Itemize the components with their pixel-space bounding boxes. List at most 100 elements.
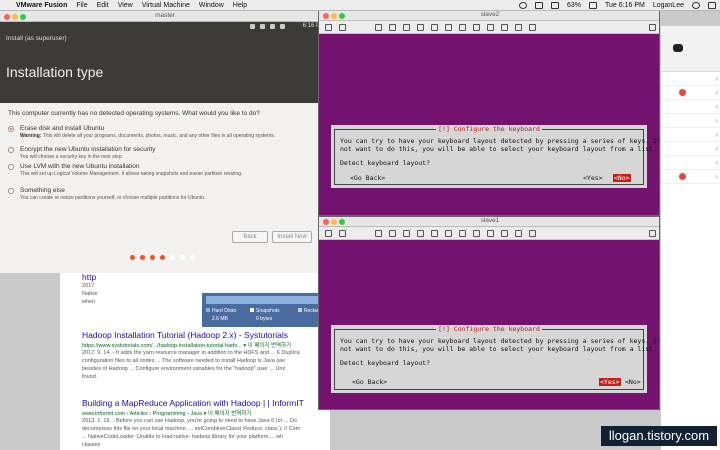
wrench-icon[interactable] xyxy=(375,230,382,237)
cd-icon[interactable] xyxy=(431,230,438,237)
no-button[interactable]: <No> xyxy=(625,378,641,386)
hard-disks-swatch xyxy=(206,308,210,312)
menu-file[interactable]: File xyxy=(76,2,87,9)
screen-icon[interactable] xyxy=(339,24,346,31)
yes-button[interactable]: <Yes> xyxy=(599,378,621,386)
result-title[interactable]: Hadoop Installation Tutorial (Hadoop 2.x… xyxy=(82,330,330,340)
no-button[interactable]: <No> xyxy=(613,174,631,182)
chevron-right-icon: › xyxy=(715,116,718,125)
vm-titlebar[interactable]: master xyxy=(0,11,330,22)
result-title[interactable]: http xyxy=(82,272,330,282)
sound-icon[interactable] xyxy=(487,230,494,237)
dialog-text: You can try to have your keyboard layout… xyxy=(340,337,660,345)
gear-icon[interactable] xyxy=(515,230,522,237)
menu-app[interactable]: VMware Fusion xyxy=(16,2,67,9)
menu-virtual-machine[interactable]: Virtual Machine xyxy=(142,2,190,9)
lock-icon[interactable] xyxy=(417,24,424,31)
menu-window[interactable]: Window xyxy=(199,2,224,9)
chat-row[interactable]: › xyxy=(661,156,720,170)
menu-edit[interactable]: Edit xyxy=(97,2,109,9)
gear-icon[interactable] xyxy=(515,24,522,31)
option-encrypt[interactable]: Encrypt the new Ubuntu installation for … xyxy=(8,146,156,160)
usb-icon[interactable] xyxy=(445,24,452,31)
back-button[interactable]: Back xyxy=(232,231,268,243)
option-label: Encrypt the new Ubuntu installation for … xyxy=(20,146,156,153)
camera-icon[interactable] xyxy=(473,230,480,237)
chevron-right-icon: › xyxy=(715,102,718,111)
chat-row[interactable]: › xyxy=(661,128,720,142)
printer-icon[interactable] xyxy=(459,24,466,31)
vm-toolbar xyxy=(319,227,659,240)
checkbox[interactable] xyxy=(8,147,14,153)
dots-icon[interactable] xyxy=(529,24,536,31)
radio-selected[interactable] xyxy=(8,126,14,132)
spotlight-icon[interactable] xyxy=(692,2,700,9)
menu-help[interactable]: Help xyxy=(233,2,247,9)
bluetooth-icon[interactable] xyxy=(501,24,508,31)
chat-row[interactable]: › xyxy=(661,170,720,184)
result-url[interactable]: www.informit.com › Articles › Programmin… xyxy=(82,409,330,417)
usb-icon[interactable] xyxy=(445,230,452,237)
notification-center-icon[interactable] xyxy=(708,2,716,9)
checkbox[interactable] xyxy=(8,164,14,170)
hdd-icon[interactable] xyxy=(403,24,410,31)
battery-icon[interactable] xyxy=(589,2,598,9)
cd-icon[interactable] xyxy=(431,24,438,31)
arrows-icon[interactable] xyxy=(389,230,396,237)
yes-button[interactable]: <Yes> xyxy=(583,174,603,182)
option-description: You can create or resize partitions your… xyxy=(20,195,206,201)
dialog-text: not want to do this, you will be able to… xyxy=(340,145,657,153)
option-erase-disk[interactable]: Erase disk and install Ubuntu Warning: T… xyxy=(8,125,275,139)
option-label: Use LVM with the new Ubuntu installation xyxy=(20,163,140,170)
chat-row[interactable]: › xyxy=(661,86,720,100)
result-title[interactable]: Building a MapReduce Application with Ha… xyxy=(82,398,330,408)
option-lvm[interactable]: Use LVM with the new Ubuntu installation… xyxy=(8,163,242,177)
pause-icon[interactable] xyxy=(325,24,332,31)
snapshots-label: Snapshots xyxy=(256,308,280,314)
chat-row[interactable]: › xyxy=(661,142,720,156)
network-icon[interactable] xyxy=(250,24,255,29)
fullscreen-icon[interactable] xyxy=(649,24,656,31)
vm-titlebar[interactable]: slave2 xyxy=(319,11,659,21)
go-back-button[interactable]: <Go Back> xyxy=(352,378,387,386)
result-snippet: decompress this file on your local machi… xyxy=(82,426,301,432)
option-something-else[interactable]: Something else You can create or resize … xyxy=(8,187,206,201)
hdd-icon[interactable] xyxy=(403,230,410,237)
volume-icon[interactable] xyxy=(551,2,559,9)
wifi-icon[interactable] xyxy=(535,2,543,9)
lock-icon[interactable] xyxy=(417,230,424,237)
keyboard-icon[interactable] xyxy=(260,24,265,29)
search-result: Building a MapReduce Application with Ha… xyxy=(82,398,330,449)
chat-row[interactable]: › xyxy=(661,114,720,128)
vm-titlebar[interactable]: slave1 xyxy=(319,217,659,227)
wrench-icon[interactable] xyxy=(375,24,382,31)
chat-row[interactable]: › xyxy=(661,72,720,86)
screen-icon[interactable] xyxy=(339,230,346,237)
chat-icon[interactable] xyxy=(673,44,683,52)
ubuntu-top-panel: 6:16 PM xyxy=(0,22,330,31)
volume-icon[interactable] xyxy=(270,24,275,29)
menu-view[interactable]: View xyxy=(118,2,133,9)
dialog-caption-text: [!] Configure the keyboard xyxy=(436,125,542,133)
battery-icon[interactable] xyxy=(280,24,285,29)
arrows-icon[interactable] xyxy=(389,24,396,31)
printer-icon[interactable] xyxy=(459,230,466,237)
menubar-clock[interactable]: Tue 6:16 PM xyxy=(605,2,645,9)
window-title: slave2 xyxy=(480,11,500,18)
bluetooth-icon[interactable] xyxy=(501,230,508,237)
result-snippet: classes xyxy=(82,442,101,448)
result-url[interactable]: https://www.systutorials.com/.../hadoop-… xyxy=(82,341,330,349)
pause-icon[interactable] xyxy=(325,230,332,237)
result-snippet: 2017 xyxy=(82,283,95,289)
radio-unselected[interactable] xyxy=(8,188,14,194)
install-now-button[interactable]: Install Now xyxy=(272,231,312,243)
sound-icon[interactable] xyxy=(487,24,494,31)
status-icon[interactable] xyxy=(519,2,527,9)
chat-row[interactable]: › xyxy=(661,100,720,114)
menubar-user[interactable]: LoganLee xyxy=(653,2,684,9)
go-back-button[interactable]: <Go Back> xyxy=(350,174,385,182)
fullscreen-icon[interactable] xyxy=(649,230,656,237)
dots-icon[interactable] xyxy=(529,230,536,237)
camera-icon[interactable] xyxy=(473,24,480,31)
battery-percent[interactable]: 63% xyxy=(567,2,581,9)
